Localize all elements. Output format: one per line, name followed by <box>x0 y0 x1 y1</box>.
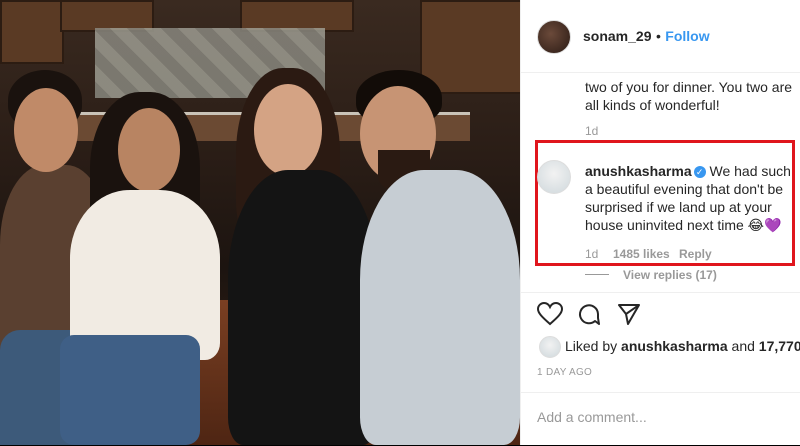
comment-time: 1d <box>585 247 599 261</box>
author-username[interactable]: sonam_29 <box>583 28 651 44</box>
replies-line <box>585 274 609 275</box>
post-photo[interactable] <box>0 0 520 445</box>
liked-by-count[interactable]: 17,770 ot <box>759 338 800 354</box>
post-header: sonam_29 • Follow <box>521 0 800 73</box>
share-icon[interactable] <box>617 302 641 326</box>
divider <box>521 292 800 293</box>
person-3-face <box>254 84 322 176</box>
post-sidebar: sonam_29 • Follow two of you for dinner.… <box>520 0 800 445</box>
add-comment-input[interactable]: Add a comment... <box>537 409 647 425</box>
person-4-denim-jacket <box>360 170 520 445</box>
highlighted-comment: anushkasharma ✓ We had such a beautiful e… <box>585 162 799 235</box>
person-3-body <box>228 170 378 445</box>
separator-dot: • <box>655 28 661 44</box>
verified-icon: ✓ <box>693 166 706 179</box>
comment-icon[interactable] <box>577 302 601 326</box>
liked-by-and: and <box>731 338 755 354</box>
comment-likes[interactable]: 1485 likes <box>613 247 670 261</box>
person-2-jeans <box>60 335 200 445</box>
liked-by-user[interactable]: anushkasharma <box>621 338 728 354</box>
comment-emojis: 😂💜 <box>747 218 782 234</box>
view-replies-link[interactable]: View replies (17) <box>623 268 717 282</box>
liked-by-prefix: Liked by <box>565 338 618 354</box>
commenter-avatar[interactable] <box>537 160 571 194</box>
kitchen-cabinet <box>420 0 520 94</box>
post-timestamp[interactable]: 1 DAY AGO <box>537 367 592 378</box>
person-2-face <box>118 108 180 192</box>
follow-button[interactable]: Follow <box>665 28 709 44</box>
liker-avatar[interactable] <box>539 336 561 358</box>
add-comment-bar: Add a comment... <box>521 392 800 446</box>
author-line: sonam_29 • Follow <box>583 28 710 46</box>
reply-button[interactable]: Reply <box>679 247 712 261</box>
author-avatar[interactable] <box>537 20 571 54</box>
kitchen-cabinet <box>0 0 64 64</box>
commenter-username[interactable]: anushkasharma <box>585 163 692 179</box>
person-1-face <box>14 88 78 172</box>
liked-by-line: Liked by anushkasharma and 17,770 ot <box>565 338 800 354</box>
previous-comment-text: two of you for dinner. You two are all k… <box>585 79 793 113</box>
heart-icon[interactable] <box>537 302 563 326</box>
previous-comment-time: 1d <box>585 124 599 138</box>
